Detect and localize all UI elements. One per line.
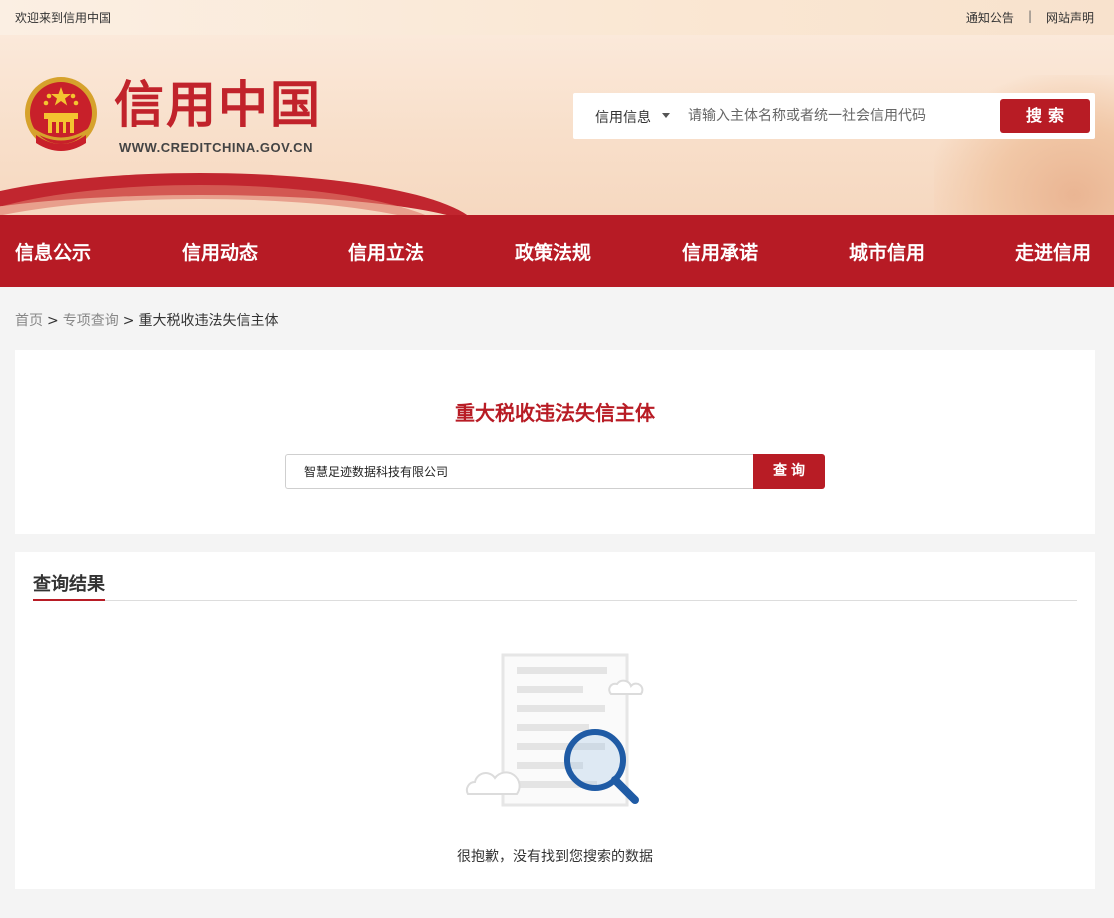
header-banner: 信用中国 WWW.CREDITCHINA.GOV.CN 信用信息 搜索 bbox=[0, 35, 1114, 215]
nav-item-credit-commitment[interactable]: 信用承诺 bbox=[682, 238, 758, 265]
statement-link[interactable]: 网站声明 bbox=[1046, 9, 1094, 26]
chevron-down-icon[interactable] bbox=[662, 113, 670, 118]
nav-item-city-credit[interactable]: 城市信用 bbox=[849, 238, 925, 265]
results-divider bbox=[33, 600, 1077, 601]
no-data-illustration-icon bbox=[465, 653, 644, 807]
breadcrumb-current: 重大税收违法失信主体 bbox=[138, 313, 279, 329]
site-logo-text[interactable]: 信用中国 bbox=[114, 77, 322, 133]
breadcrumb-separator: > bbox=[47, 313, 59, 329]
national-emblem-icon[interactable] bbox=[22, 73, 100, 157]
breadcrumb-home[interactable]: 首页 bbox=[15, 313, 43, 329]
search-scope-dropdown[interactable]: 信用信息 bbox=[595, 107, 651, 127]
results-title-underline bbox=[33, 599, 105, 601]
nav-item-credit-legislation[interactable]: 信用立法 bbox=[348, 238, 424, 265]
nav-item-policies[interactable]: 政策法规 bbox=[515, 238, 591, 265]
nav-item-about-credit[interactable]: 走进信用 bbox=[1015, 238, 1091, 265]
top-bar: 欢迎来到信用中国 通知公告 | 网站声明 bbox=[0, 0, 1114, 35]
site-logo-url: WWW.CREDITCHINA.GOV.CN bbox=[119, 140, 313, 155]
query-input[interactable] bbox=[285, 454, 753, 489]
empty-result-message: 很抱歉，没有找到您搜索的数据 bbox=[457, 849, 653, 865]
nav-item-info-disclosure[interactable]: 信息公示 bbox=[15, 238, 91, 265]
breadcrumb-section[interactable]: 专项查询 bbox=[63, 313, 119, 329]
results-title: 查询结果 bbox=[33, 574, 105, 595]
header-search-button[interactable]: 搜索 bbox=[1000, 99, 1090, 133]
welcome-text: 欢迎来到信用中国 bbox=[15, 11, 112, 25]
notice-link[interactable]: 通知公告 bbox=[966, 9, 1014, 26]
query-button[interactable]: 查询 bbox=[753, 454, 825, 489]
results-panel: 查询结果 很抱歉，没有找到您搜索的数据 bbox=[15, 552, 1095, 889]
link-separator: | bbox=[1027, 9, 1032, 23]
top-links: 通知公告 | 网站声明 bbox=[966, 9, 1094, 26]
breadcrumb: 首页 > 专项查询 > 重大税收违法失信主体 bbox=[15, 310, 278, 330]
nav-item-credit-news[interactable]: 信用动态 bbox=[182, 238, 258, 265]
query-title: 重大税收违法失信主体 bbox=[455, 401, 655, 425]
query-panel: 重大税收违法失信主体 查询 bbox=[15, 350, 1095, 534]
header-search-input[interactable] bbox=[688, 105, 988, 127]
main-nav: 信息公示 信用动态 信用立法 政策法规 信用承诺 城市信用 走进信用 bbox=[0, 215, 1114, 287]
breadcrumb-separator: > bbox=[122, 313, 135, 329]
header-search-bar: 信用信息 搜索 bbox=[573, 93, 1095, 139]
